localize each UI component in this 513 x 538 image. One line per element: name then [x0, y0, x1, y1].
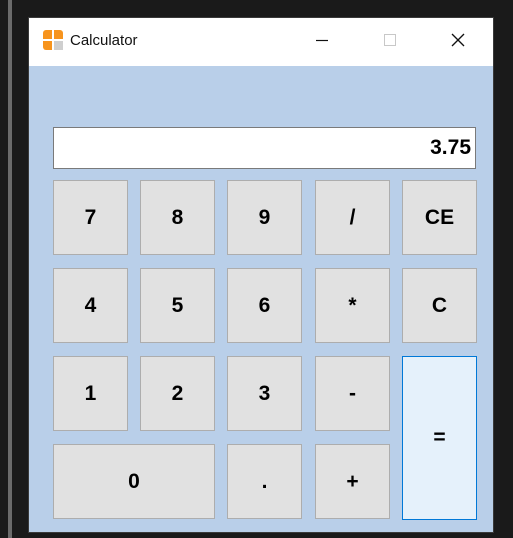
- equals-button[interactable]: =: [402, 356, 477, 520]
- maximize-button[interactable]: [367, 18, 413, 66]
- calculator-icon: [43, 30, 63, 50]
- clear-entry-button[interactable]: CE: [402, 180, 477, 255]
- digit-3-button[interactable]: 3: [227, 356, 302, 431]
- digit-0-button[interactable]: 0: [53, 444, 215, 519]
- decimal-button[interactable]: .: [227, 444, 302, 519]
- calculator-window: Calculator 3.75 7 8 9 / CE 4 5 6 * C 1 2…: [28, 17, 494, 533]
- title-bar[interactable]: Calculator: [29, 18, 493, 66]
- digit-6-button[interactable]: 6: [227, 268, 302, 343]
- digit-4-button[interactable]: 4: [53, 268, 128, 343]
- digit-5-button[interactable]: 5: [140, 268, 215, 343]
- multiply-button[interactable]: *: [315, 268, 390, 343]
- digit-7-button[interactable]: 7: [53, 180, 128, 255]
- close-icon: [451, 33, 465, 52]
- digit-1-button[interactable]: 1: [53, 356, 128, 431]
- digit-2-button[interactable]: 2: [140, 356, 215, 431]
- minimize-button[interactable]: [299, 18, 345, 66]
- digit-8-button[interactable]: 8: [140, 180, 215, 255]
- clear-button[interactable]: C: [402, 268, 477, 343]
- maximize-icon: [383, 33, 397, 52]
- close-button[interactable]: [435, 18, 481, 66]
- minimize-icon: [315, 33, 329, 52]
- result-display: 3.75: [53, 127, 476, 169]
- subtract-button[interactable]: -: [315, 356, 390, 431]
- window-title: Calculator: [70, 32, 138, 49]
- add-button[interactable]: +: [315, 444, 390, 519]
- background-window-edge: [0, 0, 14, 538]
- digit-9-button[interactable]: 9: [227, 180, 302, 255]
- divide-button[interactable]: /: [315, 180, 390, 255]
